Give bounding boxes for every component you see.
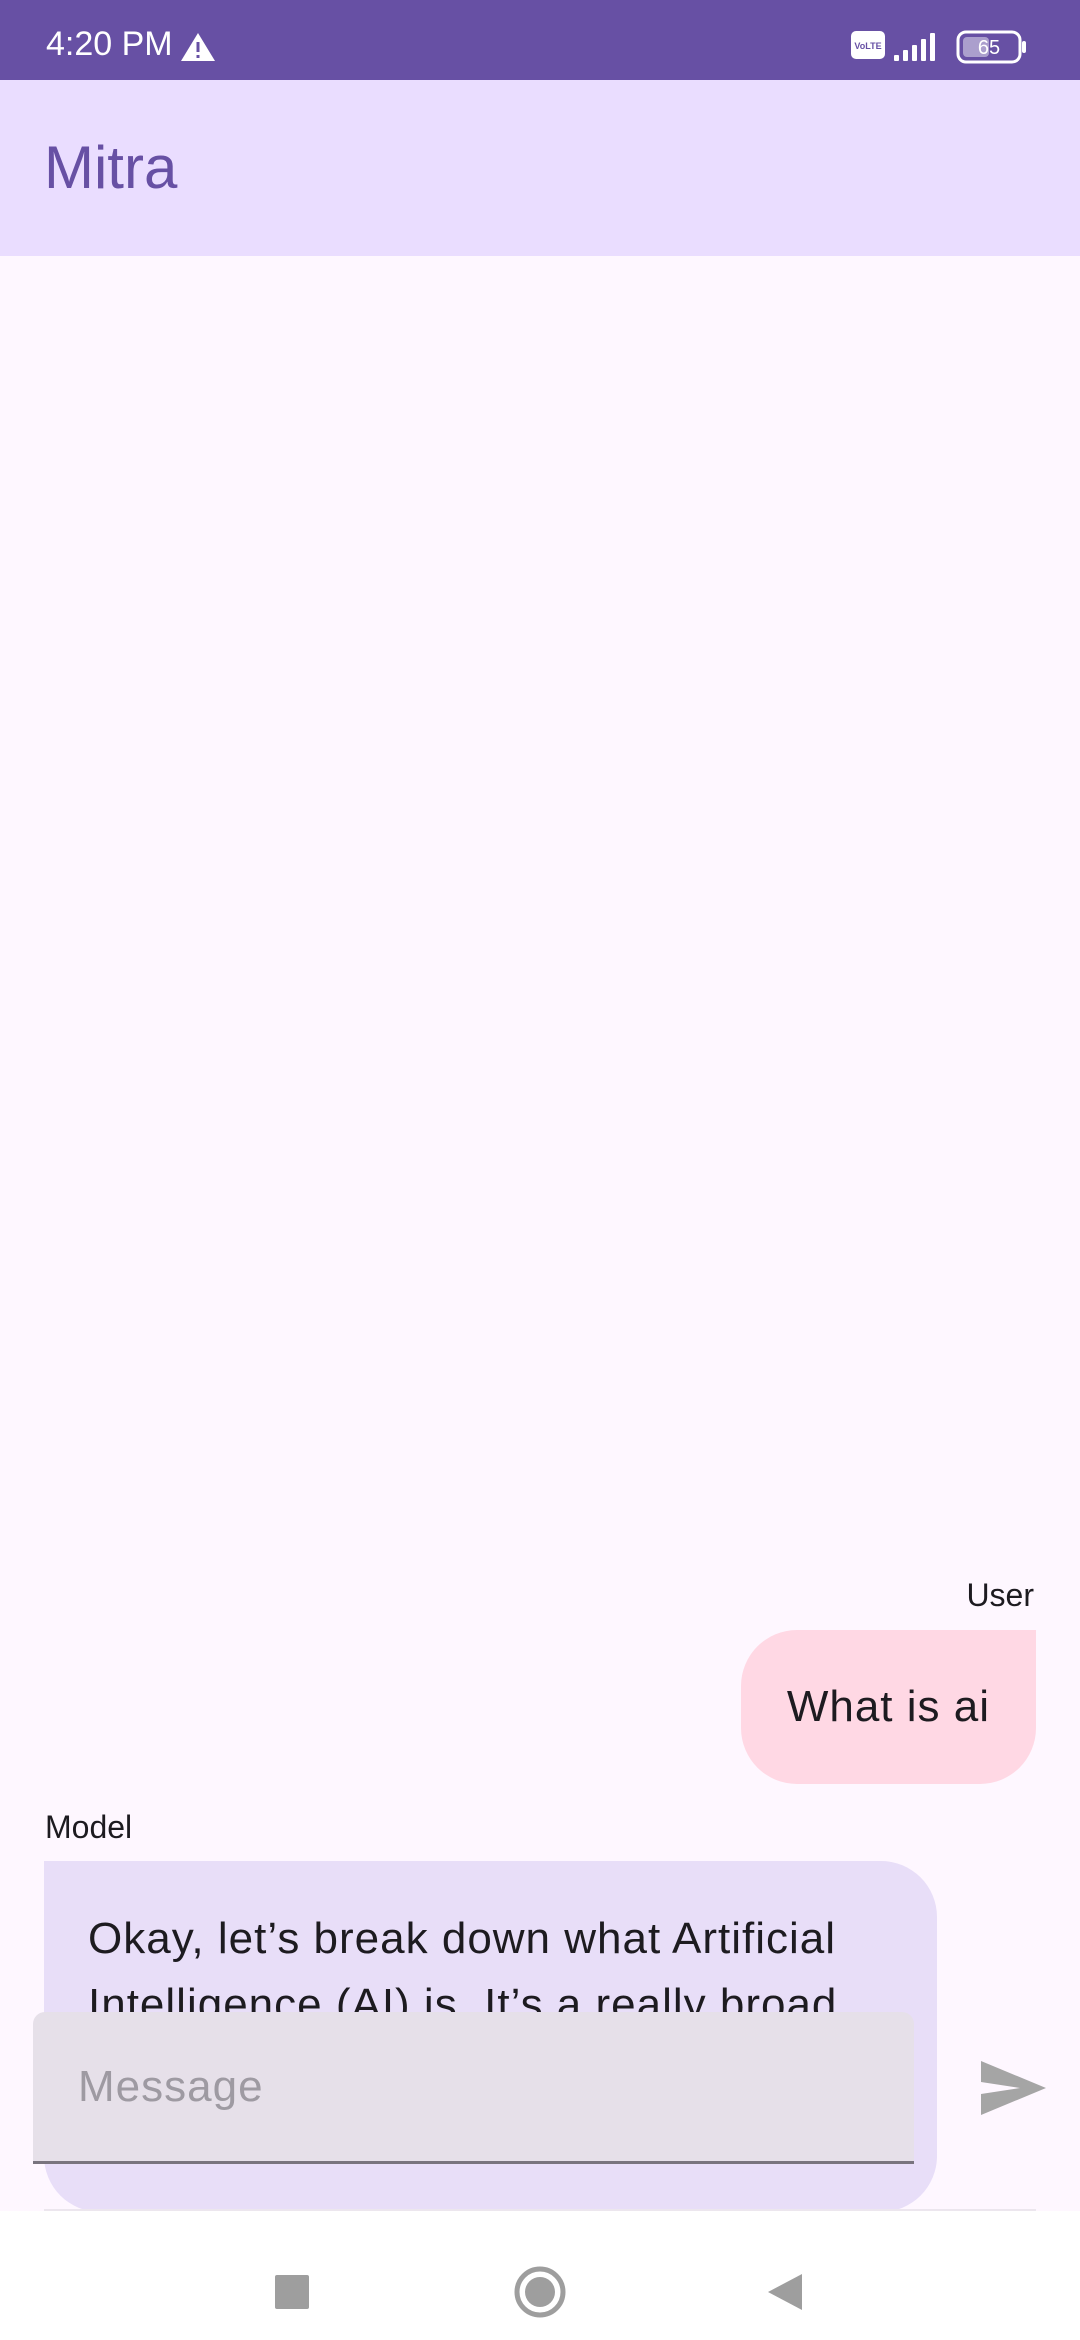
- battery-level: 65: [978, 37, 1000, 59]
- warning-icon: [181, 33, 215, 61]
- back-icon[interactable]: [766, 2272, 804, 2312]
- volte-badge-text: VoLTE: [854, 41, 881, 51]
- user-message-bubble: What is ai: [740, 1630, 1036, 1784]
- send-icon[interactable]: [978, 2056, 1050, 2120]
- home-icon[interactable]: [513, 2265, 567, 2319]
- user-sender-label: User: [966, 1577, 1034, 1613]
- app-title: Mitra: [44, 134, 178, 201]
- signal-icon: [894, 33, 935, 61]
- message-field[interactable]: [33, 2012, 914, 2164]
- status-bar: 4:20 PM VoLTE 65: [0, 0, 1080, 80]
- volte-icon: VoLTE: [851, 31, 885, 59]
- top-app-bar: Mitra: [0, 80, 1080, 256]
- battery-icon: 65: [956, 30, 1026, 64]
- recents-icon[interactable]: [275, 2275, 309, 2309]
- message-input[interactable]: [33, 2012, 914, 2161]
- status-time: 4:20 PM: [46, 25, 173, 63]
- system-navigation-bar: [0, 2211, 1080, 2340]
- chat-area[interactable]: User What is ai Model Okay, let’s break …: [0, 256, 1080, 2212]
- model-sender-label: Model: [45, 1809, 133, 1845]
